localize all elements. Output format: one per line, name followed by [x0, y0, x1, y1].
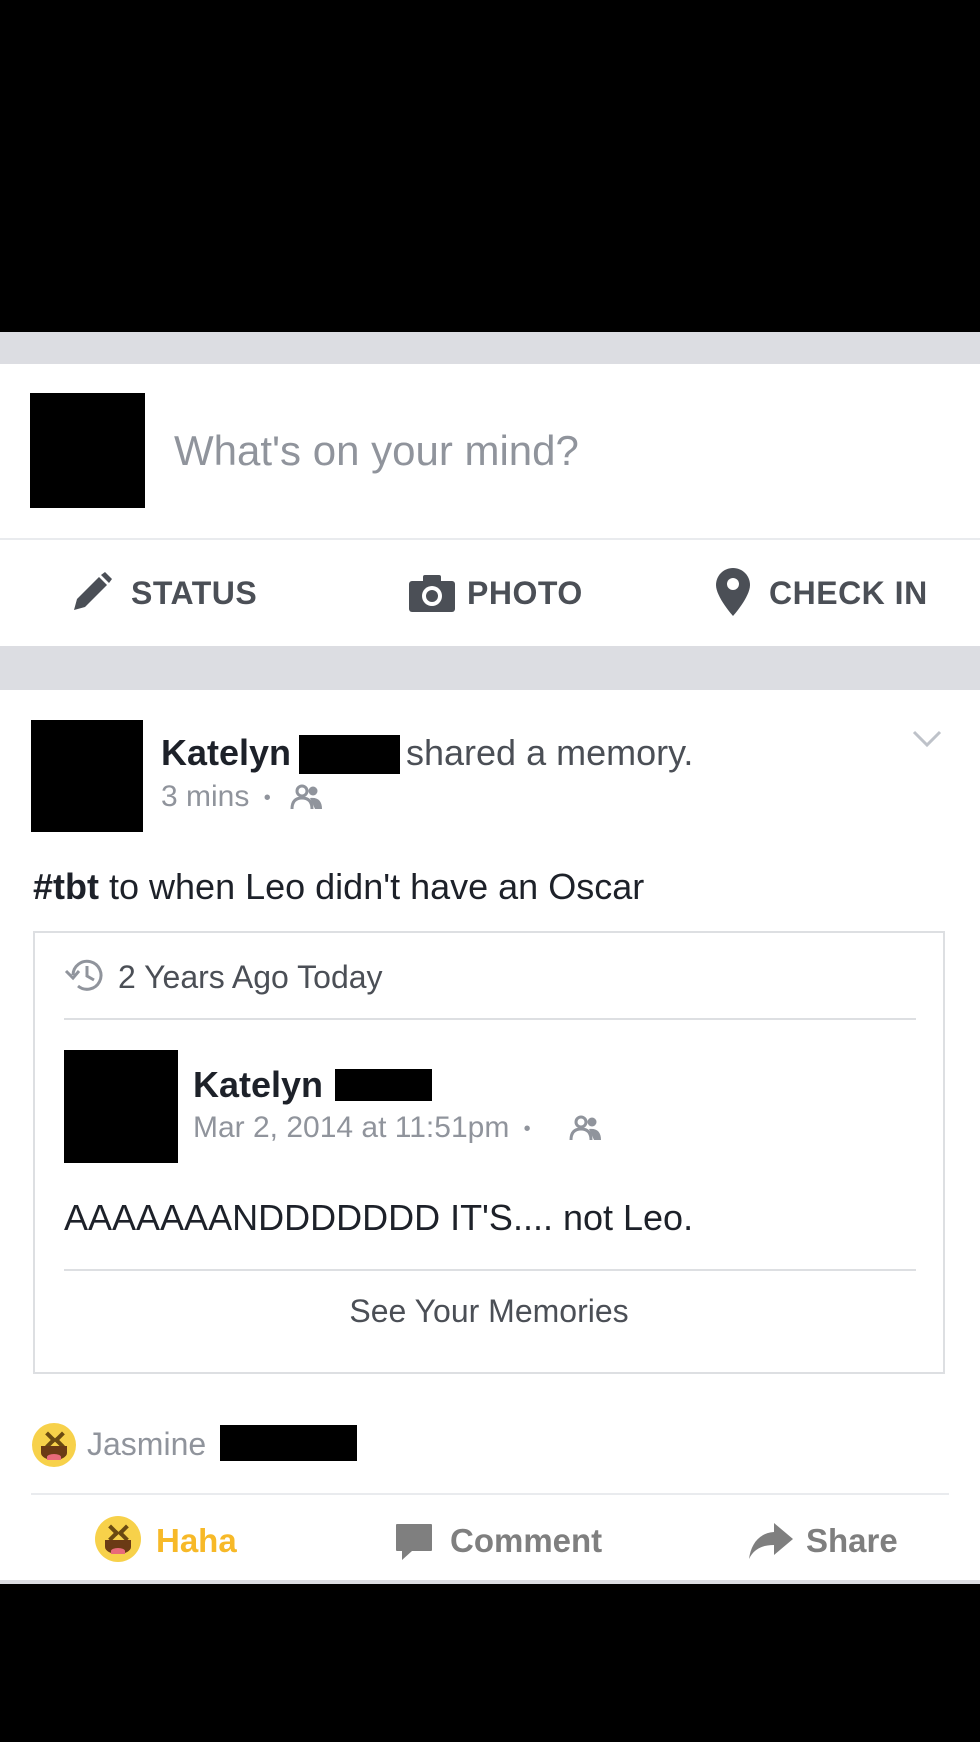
- comment-button[interactable]: Comment: [394, 1512, 614, 1572]
- redacted-surname: [335, 1069, 432, 1101]
- reactor-name[interactable]: Jasmine: [87, 1426, 206, 1463]
- friends-icon: [290, 784, 322, 810]
- camera-icon: [409, 575, 455, 612]
- haha-emoji-icon: [32, 1423, 76, 1467]
- friends-icon: [569, 1115, 601, 1141]
- haha-emoji-icon: [95, 1516, 141, 1562]
- check-in-button[interactable]: CHECK IN: [716, 560, 936, 630]
- history-icon: [64, 959, 103, 991]
- comment-icon: [396, 1524, 432, 1560]
- chevron-down-icon[interactable]: [912, 730, 942, 748]
- post-card: Katelyn shared a memory. 3 mins • #tbt t…: [0, 690, 980, 1584]
- memory-time[interactable]: Mar 2, 2014 at 11:51pm: [193, 1111, 509, 1144]
- location-pin-icon: [716, 568, 750, 616]
- reactions-divider: [31, 1493, 949, 1495]
- check-in-label: CHECK IN: [769, 575, 928, 611]
- post-text: #tbt to when Leo didn't have an Oscar: [33, 866, 644, 908]
- memory-author-avatar[interactable]: [64, 1050, 178, 1163]
- memory-meta: Mar 2, 2014 at 11:51pm •: [193, 1111, 537, 1145]
- post-action-text: shared a memory.: [406, 732, 694, 773]
- section-divider: [0, 332, 980, 364]
- post-meta: 3 mins •: [161, 780, 277, 814]
- memory-author-name[interactable]: Katelyn: [193, 1064, 323, 1106]
- comment-label: Comment: [450, 1522, 603, 1559]
- composer-input[interactable]: What's on your mind?: [174, 427, 579, 475]
- memory-divider: [64, 1018, 916, 1020]
- memory-divider: [64, 1269, 916, 1271]
- author-avatar[interactable]: [31, 720, 143, 832]
- photo-label: PHOTO: [467, 575, 583, 611]
- composer-divider: [0, 538, 980, 540]
- composer-avatar[interactable]: [30, 393, 145, 508]
- share-label: Share: [806, 1522, 898, 1559]
- top-black-area: [0, 0, 980, 332]
- pencil-icon: [74, 572, 112, 610]
- hashtag-link[interactable]: #tbt: [33, 866, 99, 907]
- memory-card[interactable]: 2 Years Ago Today Katelyn Mar 2, 2014 at…: [33, 931, 945, 1374]
- redacted-surname: [220, 1425, 357, 1461]
- memory-text: AAAAAAANDDDDDDD IT'S.... not Leo.: [64, 1197, 694, 1238]
- see-your-memories-link[interactable]: See Your Memories: [35, 1293, 943, 1330]
- post-header-line: Katelyn: [161, 732, 291, 774]
- meta-separator: •: [263, 786, 271, 809]
- author-name[interactable]: Katelyn: [161, 732, 291, 773]
- share-button[interactable]: Share: [748, 1512, 948, 1572]
- bottom-black-area: [0, 1584, 980, 1742]
- haha-label: Haha: [156, 1522, 237, 1559]
- share-arrow-icon: [749, 1523, 793, 1559]
- memory-header: 2 Years Ago Today: [118, 959, 383, 995]
- status-button[interactable]: STATUS: [70, 560, 290, 630]
- redacted-surname: [299, 735, 400, 774]
- photo-button[interactable]: PHOTO: [409, 560, 609, 630]
- meta-separator: •: [523, 1117, 531, 1140]
- section-divider: [0, 646, 980, 690]
- composer: What's on your mind? STATUS PHOTO CHECK …: [0, 364, 980, 646]
- post-time[interactable]: 3 mins: [161, 780, 249, 813]
- post-text-body: to when Leo didn't have an Oscar: [99, 866, 645, 907]
- haha-button[interactable]: Haha: [95, 1512, 295, 1572]
- status-label: STATUS: [131, 575, 258, 611]
